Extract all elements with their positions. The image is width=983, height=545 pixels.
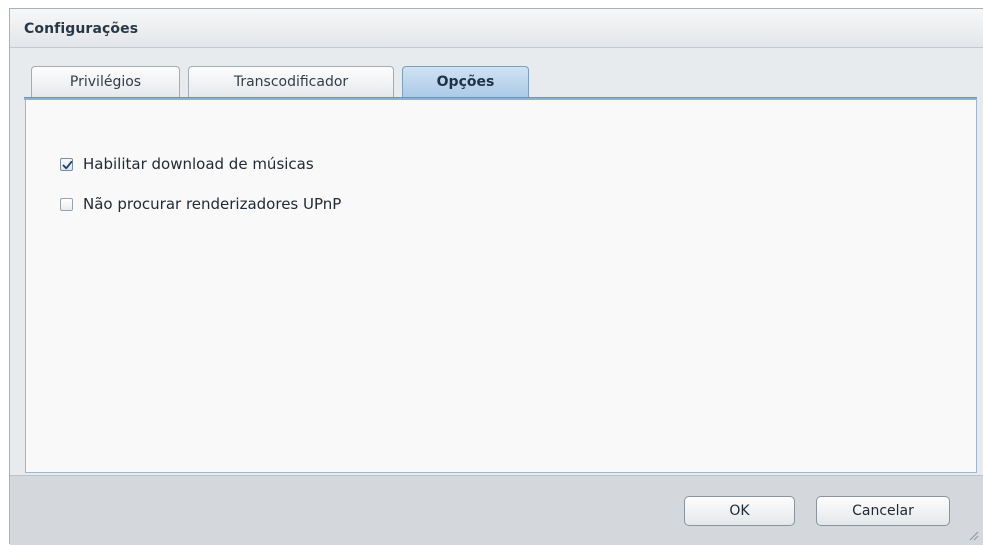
resize-grip-icon[interactable]	[967, 529, 979, 541]
checkmark-icon	[62, 160, 73, 169]
enable-music-download-label: Habilitar download de músicas	[83, 155, 314, 173]
tab-options[interactable]: Opções	[402, 66, 529, 99]
option-no-upnp-search[interactable]: Não procurar renderizadores UPnP	[60, 195, 341, 213]
no-upnp-search-checkbox[interactable]	[60, 197, 73, 211]
option-enable-music-download[interactable]: Habilitar download de músicas	[60, 155, 314, 173]
dialog-titlebar[interactable]: Configurações	[10, 9, 983, 48]
enable-music-download-checkbox[interactable]	[60, 157, 73, 171]
tab-privileges[interactable]: Privilégios	[31, 66, 180, 97]
dialog-footer: OK Cancelar	[10, 475, 983, 545]
settings-dialog: Configurações Privilégios Transcodificad…	[9, 8, 983, 545]
dialog-title: Configurações	[24, 21, 139, 37]
cancel-button[interactable]: Cancelar	[816, 496, 950, 526]
tab-transcoder[interactable]: Transcodificador	[188, 66, 394, 97]
options-panel: Habilitar download de músicas Não procur…	[25, 100, 977, 473]
no-upnp-search-label: Não procurar renderizadores UPnP	[83, 195, 342, 213]
ok-button[interactable]: OK	[684, 496, 795, 526]
